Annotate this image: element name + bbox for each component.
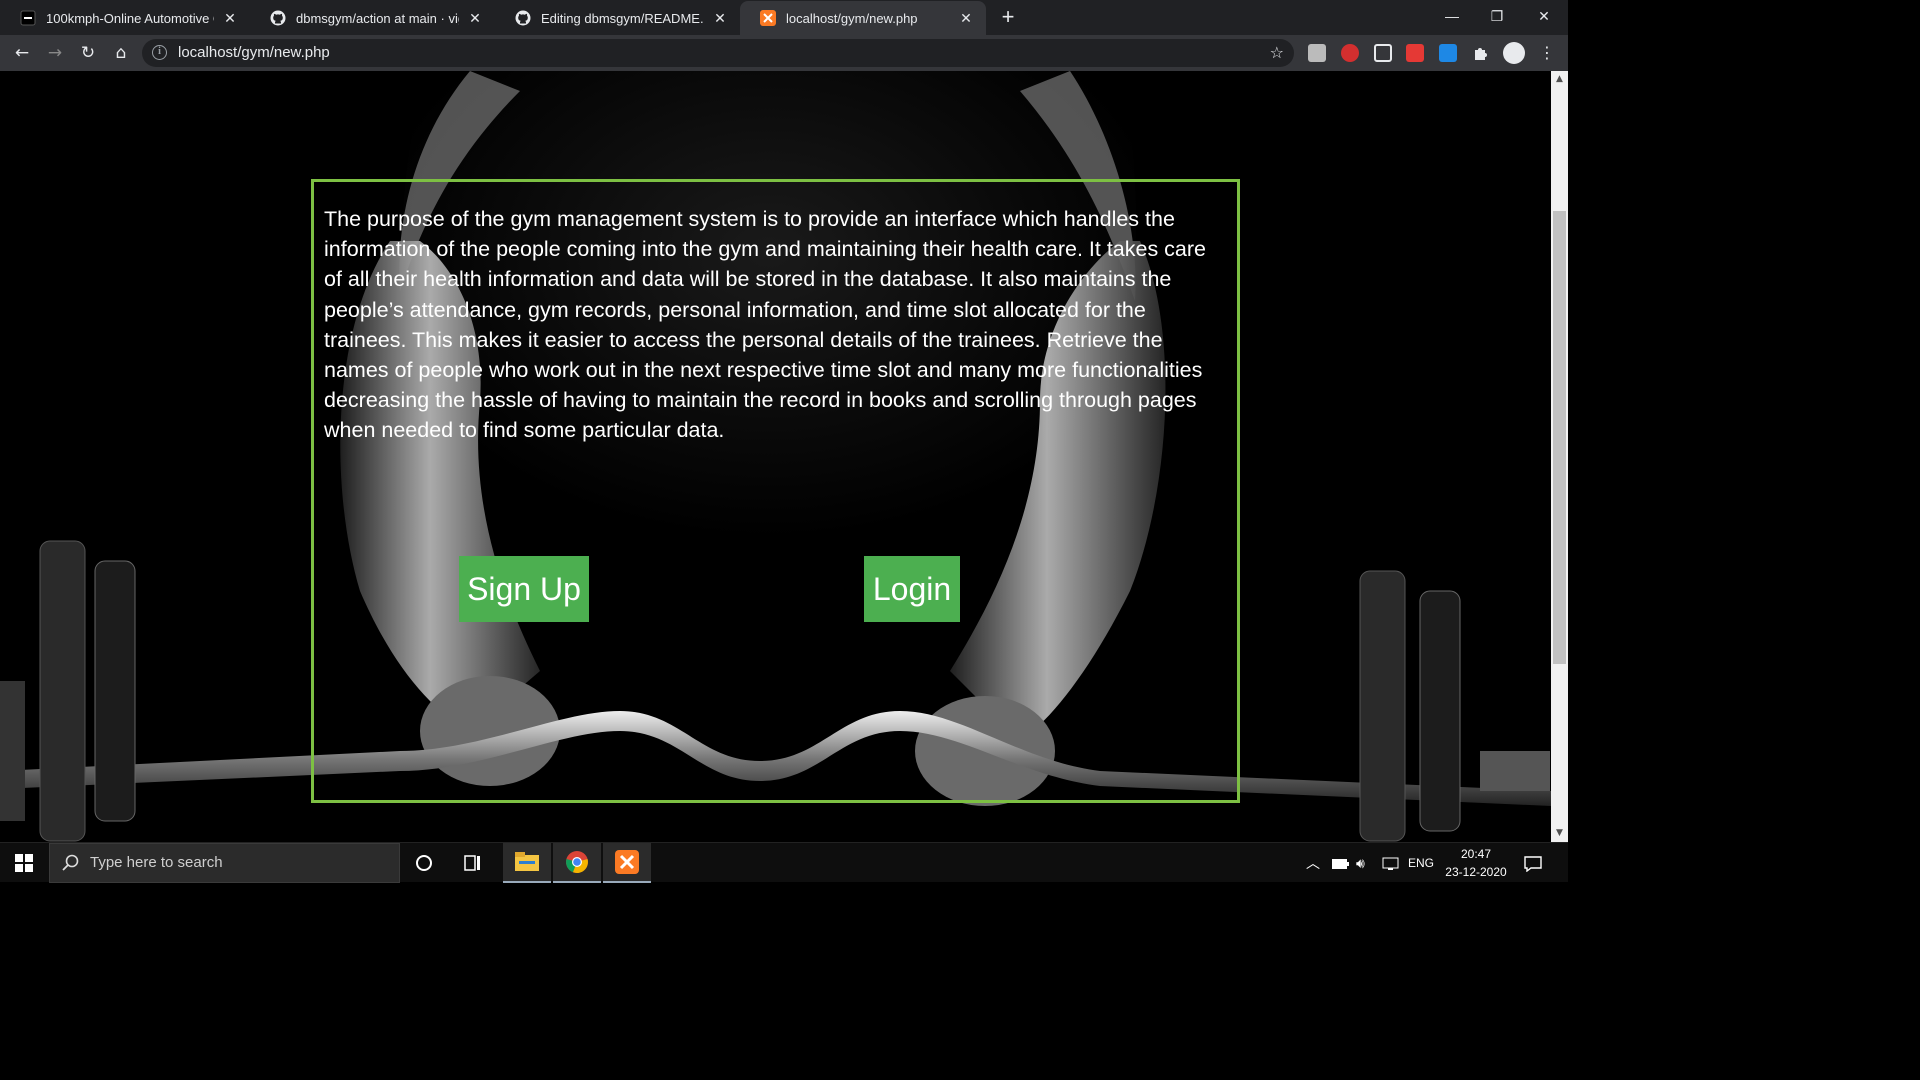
- extensions-puzzle-icon[interactable]: [1472, 44, 1490, 62]
- login-button[interactable]: Login: [864, 556, 960, 622]
- bookmark-star-icon[interactable]: ☆: [1270, 39, 1284, 67]
- clock[interactable]: 20:47 23-12-2020: [1444, 843, 1508, 883]
- tab-title: Editing dbmsgym/README.md a: [541, 10, 704, 26]
- tab-title: dbmsgym/action at main · viggu: [296, 10, 459, 26]
- notifications-icon[interactable]: [1524, 843, 1542, 883]
- extension-window-icon[interactable]: [1374, 44, 1392, 62]
- home-button[interactable]: ⌂: [107, 40, 135, 66]
- tab-dbmsgym-action[interactable]: dbmsgym/action at main · viggu ✕: [250, 1, 495, 35]
- address-url[interactable]: localhost/gym/new.php: [178, 39, 330, 67]
- github-icon: [270, 10, 286, 26]
- scroll-down-arrow-icon[interactable]: ▼: [1551, 825, 1568, 842]
- tab-title: 100kmph-Online Automotive Cle: [46, 10, 214, 26]
- back-button[interactable]: ←: [8, 40, 36, 66]
- site-info-icon[interactable]: i: [152, 45, 167, 60]
- xampp-taskbar-icon[interactable]: [603, 843, 651, 883]
- new-tab-button[interactable]: +: [996, 5, 1020, 29]
- chrome-icon[interactable]: [553, 843, 601, 883]
- forward-button[interactable]: →: [41, 40, 69, 66]
- cortana-icon[interactable]: [400, 843, 448, 883]
- restore-button[interactable]: ❐: [1474, 0, 1520, 32]
- sign-up-button[interactable]: Sign Up: [459, 556, 589, 622]
- page-viewport: The purpose of the gym management system…: [0, 71, 1551, 842]
- clock-date: 23-12-2020: [1445, 865, 1507, 879]
- scroll-up-arrow-icon[interactable]: ▲: [1551, 71, 1568, 88]
- tab-close-icon[interactable]: ✕: [222, 10, 238, 27]
- taskbar-search-box[interactable]: Type here to search: [49, 843, 400, 883]
- task-view-icon[interactable]: [449, 843, 497, 883]
- tab-100kmph[interactable]: 100kmph-Online Automotive Cle ✕: [0, 1, 250, 35]
- tab-localhost-gym[interactable]: localhost/gym/new.php ✕: [740, 1, 986, 35]
- minimize-button[interactable]: —: [1429, 0, 1475, 32]
- file-explorer-icon[interactable]: [503, 843, 551, 883]
- search-placeholder: Type here to search: [90, 854, 223, 871]
- profile-avatar[interactable]: [1503, 42, 1525, 64]
- close-window-button[interactable]: ✕: [1521, 0, 1567, 32]
- language-indicator[interactable]: ENG: [1408, 843, 1434, 883]
- xampp-icon: [760, 10, 776, 26]
- extension-forward-icon[interactable]: [1406, 44, 1424, 62]
- address-bar[interactable]: i localhost/gym/new.php ☆: [142, 39, 1294, 67]
- windows-start-icon[interactable]: [0, 843, 48, 883]
- tab-title: localhost/gym/new.php: [786, 10, 918, 26]
- page-dark-icon: [20, 10, 36, 26]
- tab-close-icon[interactable]: ✕: [712, 10, 728, 27]
- volume-icon[interactable]: 🔊︎: [1356, 843, 1365, 883]
- extension-m-icon[interactable]: [1341, 44, 1359, 62]
- tray-chevron-icon[interactable]: ︿: [1306, 843, 1320, 883]
- info-panel: The purpose of the gym management system…: [311, 179, 1240, 803]
- battery-icon[interactable]: [1332, 843, 1350, 883]
- search-icon: [62, 854, 80, 876]
- page-scrollbar[interactable]: ▲ ▼: [1551, 71, 1568, 842]
- menu-kebab-icon[interactable]: ⋮: [1538, 44, 1556, 62]
- tab-strip: 100kmph-Online Automotive Cle ✕ dbmsgym/…: [0, 0, 1568, 35]
- tab-close-icon[interactable]: ✕: [958, 10, 974, 27]
- windows-taskbar: Type here to search ︿ 🔊︎ ENG 20:47 23-12…: [0, 842, 1568, 883]
- network-icon[interactable]: [1382, 843, 1400, 883]
- github-icon: [515, 10, 531, 26]
- about-paragraph: The purpose of the gym management system…: [324, 207, 1207, 443]
- clock-time: 20:47: [1460, 847, 1492, 861]
- scrollbar-thumb[interactable]: [1553, 211, 1566, 664]
- browser-toolbar: ← → ↻ ⌂ i localhost/gym/new.php ☆ ⋮: [0, 35, 1568, 71]
- tab-editing-readme[interactable]: Editing dbmsgym/README.md a ✕: [495, 1, 740, 35]
- reload-button[interactable]: ↻: [74, 40, 102, 66]
- extension-screenshot-icon[interactable]: [1308, 44, 1326, 62]
- tab-close-icon[interactable]: ✕: [467, 10, 483, 27]
- extension-translate-icon[interactable]: [1439, 44, 1457, 62]
